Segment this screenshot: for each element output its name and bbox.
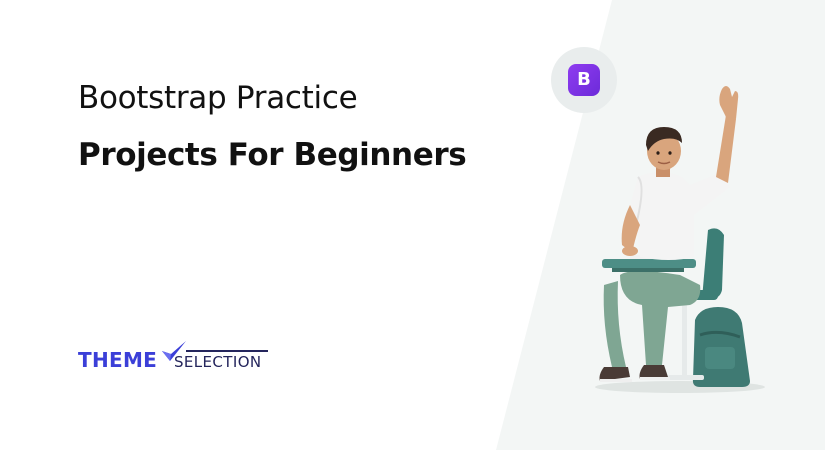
head	[646, 127, 682, 177]
logo-text-secondary: SELECTION	[174, 353, 262, 371]
shoes	[599, 365, 670, 382]
headline-line-2: Projects For Beginners	[78, 137, 467, 173]
headline-line-1: Bootstrap Practice	[78, 80, 358, 116]
themeselection-logo: THEME SELECTION	[78, 337, 278, 377]
student-illustration	[595, 86, 765, 393]
logo-divider	[186, 350, 268, 352]
logo-text-primary: THEME	[78, 348, 158, 372]
raised-arm	[716, 86, 739, 183]
banner: Bootstrap Practice Projects For Beginner…	[0, 0, 825, 450]
headline: Bootstrap Practice Projects For Beginner…	[78, 76, 467, 177]
